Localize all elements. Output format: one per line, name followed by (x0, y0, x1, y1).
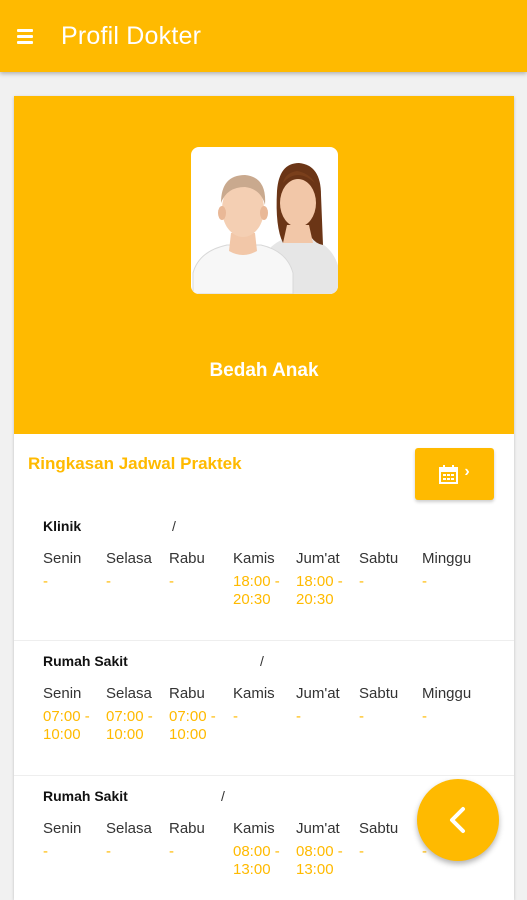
practice-time: - (422, 708, 427, 725)
day-column: Senin 07:00 - 10:00 (43, 685, 105, 744)
day-label: Sabtu (359, 820, 399, 837)
day-label: Senin (43, 685, 82, 702)
day-column: Rabu - (169, 550, 231, 591)
day-column: Selasa - (106, 550, 168, 591)
day-column: Rabu 07:00 - 10:00 (169, 685, 231, 744)
back-fab-button[interactable] (417, 779, 499, 861)
day-column: Selasa 07:00 - 10:00 (106, 685, 168, 744)
day-label: Selasa (106, 550, 152, 567)
practice-time: - (359, 708, 364, 725)
day-column: Sabtu - (359, 550, 421, 591)
practice-time: 18:00 - 20:30 (233, 573, 280, 608)
profile-header: Bedah Anak (14, 96, 514, 434)
practice-time: 08:00 - 13:00 (296, 843, 343, 878)
day-label: Jum'at (296, 685, 340, 702)
practice-time: - (106, 573, 111, 590)
day-label: Kamis (233, 685, 275, 702)
day-column: Kamis - (233, 685, 295, 726)
schedule-row: Rumah Sakit / Senin 07:00 - 10:00 Selasa 07:0… (14, 641, 514, 776)
calendar-button[interactable]: › (415, 448, 494, 500)
day-label: Rabu (169, 550, 205, 567)
day-label: Minggu (422, 550, 472, 567)
practice-time: - (169, 843, 174, 860)
day-label: Senin (43, 550, 82, 567)
day-label: Jum'at (296, 820, 340, 837)
day-column: Senin - (43, 550, 105, 591)
day-label: Rabu (169, 685, 205, 702)
day-column: Rabu - (169, 820, 231, 861)
app-bar: Profil Dokter (0, 0, 527, 72)
practice-time: 07:00 - 10:00 (43, 708, 90, 743)
day-label: Kamis (233, 550, 275, 567)
day-column: Sabtu - (359, 685, 421, 726)
doctor-profile-card: Bedah Anak Ringkasan Jadwal Praktek › Kl… (14, 96, 514, 900)
practice-time: - (169, 573, 174, 590)
day-column: Kamis 08:00 - 13:00 (233, 820, 295, 879)
day-column: Kamis 18:00 - 20:30 (233, 550, 295, 609)
practice-time: - (359, 843, 364, 860)
day-column: Jum'at 18:00 - 20:30 (296, 550, 358, 609)
schedule-header: Ringkasan Jadwal Praktek › (14, 434, 514, 506)
location-separator: / (172, 518, 176, 534)
location-separator: / (260, 653, 264, 669)
day-label: Rabu (169, 820, 205, 837)
doctor-couple-avatar-icon (192, 163, 338, 294)
practice-time: - (296, 708, 301, 725)
day-label: Selasa (106, 685, 152, 702)
location-name: Rumah Sakit (43, 788, 128, 804)
schedule-title: Ringkasan Jadwal Praktek (28, 454, 242, 473)
day-column: Minggu - (422, 550, 484, 591)
practice-time: 18:00 - 20:30 (296, 573, 343, 608)
day-label: Sabtu (359, 550, 399, 567)
calendar-icon (439, 464, 459, 484)
location-separator: / (221, 788, 225, 804)
app-title: Profil Dokter (61, 21, 202, 50)
doctor-avatar (191, 147, 338, 294)
day-label: Jum'at (296, 550, 340, 567)
day-column: Jum'at 08:00 - 13:00 (296, 820, 358, 879)
practice-time: - (233, 708, 238, 725)
practice-time: 08:00 - 13:00 (233, 843, 280, 878)
location-name: Rumah Sakit (43, 653, 128, 669)
chevron-right-icon: › (464, 463, 470, 480)
practice-time: - (43, 843, 48, 860)
hamburger-menu-icon[interactable] (17, 21, 47, 51)
day-label: Senin (43, 820, 82, 837)
day-column: Minggu - (422, 685, 484, 726)
day-label: Kamis (233, 820, 275, 837)
practice-time: 07:00 - 10:00 (106, 708, 153, 743)
schedule-row: Klinik / Senin - Selasa - Rabu - Kamis 18:00 - 20… (14, 506, 514, 641)
chevron-left-icon (450, 807, 465, 833)
day-column: Jum'at - (296, 685, 358, 726)
practice-time: - (422, 573, 427, 590)
practice-time: - (106, 843, 111, 860)
day-column: Sabtu - (359, 820, 421, 861)
location-name: Klinik (43, 518, 82, 534)
day-label: Sabtu (359, 685, 399, 702)
day-column: Senin - (43, 820, 105, 861)
day-label: Minggu (422, 685, 472, 702)
practice-time: - (359, 573, 364, 590)
practice-time: - (43, 573, 48, 590)
day-label: Selasa (106, 820, 152, 837)
doctor-specialty: Bedah Anak (209, 360, 319, 381)
practice-time: 07:00 - 10:00 (169, 708, 216, 743)
day-column: Selasa - (106, 820, 168, 861)
